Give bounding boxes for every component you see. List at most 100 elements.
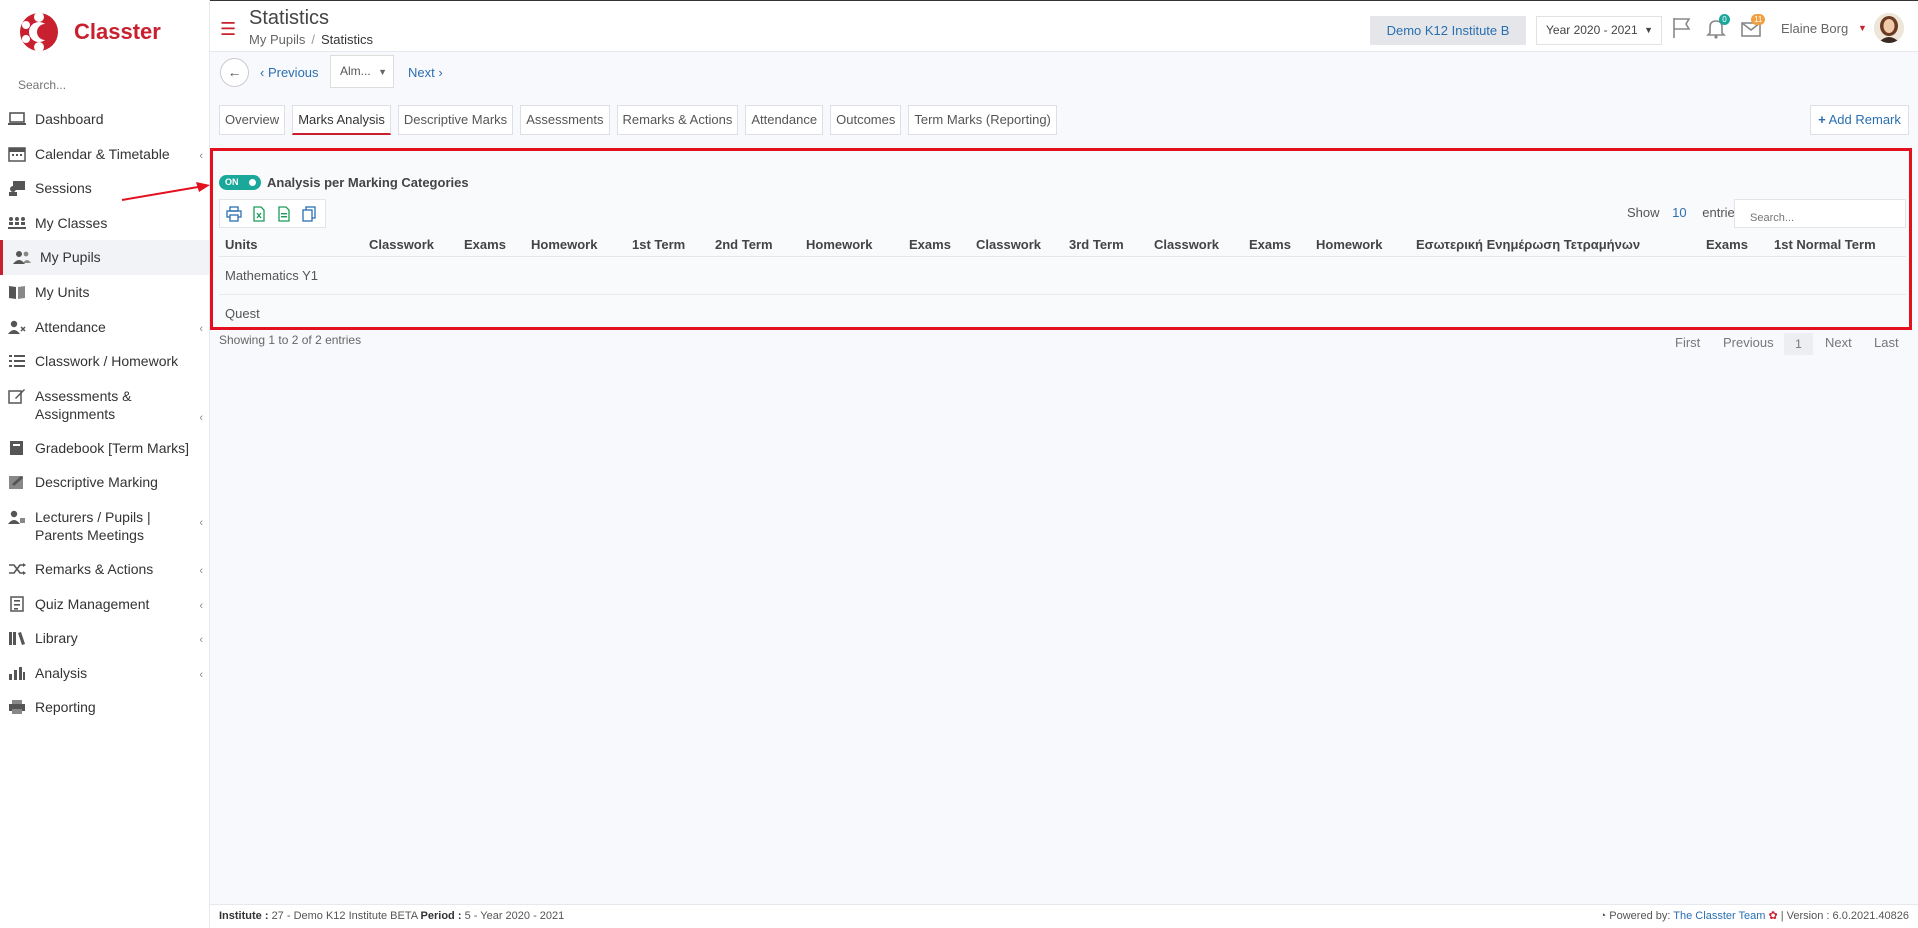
- shuffle-icon: [9, 562, 26, 575]
- table-search-input[interactable]: [1734, 199, 1906, 228]
- csv-export-icon[interactable]: [276, 205, 292, 222]
- pupil-select[interactable]: Alm... ▼: [330, 55, 394, 88]
- institute-button[interactable]: Demo K12 Institute B: [1370, 16, 1526, 45]
- column-header[interactable]: Units: [225, 237, 258, 252]
- pupil-select-value: Alm...: [340, 64, 371, 78]
- column-header[interactable]: Exams: [909, 237, 951, 252]
- sidebar-item-attendance[interactable]: Attendance ‹: [0, 310, 209, 345]
- caret-down-icon[interactable]: ▼: [1858, 23, 1867, 33]
- sidebar-item-assessments-assignments[interactable]: Assessments & Assignments ‹: [0, 379, 209, 431]
- breadcrumb-my-pupils[interactable]: My Pupils: [249, 32, 305, 47]
- brand-logo[interactable]: Classter: [0, 0, 209, 64]
- tab-assessments[interactable]: Assessments: [520, 105, 610, 135]
- sidebar-item-quiz-management[interactable]: Quiz Management ‹: [0, 587, 209, 622]
- sidebar-item-my-pupils[interactable]: My Pupils: [0, 240, 209, 275]
- entries-count-select[interactable]: 10: [1672, 205, 1686, 220]
- footer-info: Institute : 27 - Demo K12 Institute BETA…: [219, 905, 564, 927]
- classter-small-icon: ◔: [1599, 910, 1607, 922]
- column-header[interactable]: Homework: [531, 237, 597, 252]
- sidebar-item-dashboard[interactable]: Dashboard: [0, 102, 209, 137]
- column-header[interactable]: 1st Normal Term: [1774, 237, 1876, 252]
- marks-table: Units Classwork Exams Homework 1st Term …: [219, 231, 1906, 333]
- tab-descriptive-marks[interactable]: Descriptive Marks: [397, 105, 514, 135]
- column-header[interactable]: Exams: [1706, 237, 1748, 252]
- sidebar-item-classwork-homework[interactable]: Classwork / Homework: [0, 344, 209, 379]
- sidebar-item-label: Remarks & Actions: [35, 560, 154, 577]
- column-header[interactable]: 2nd Term: [715, 237, 773, 252]
- chart-icon: [9, 666, 25, 680]
- column-header[interactable]: Exams: [1249, 237, 1291, 252]
- tab-term-marks-reporting[interactable]: Term Marks (Reporting): [908, 105, 1057, 135]
- back-button[interactable]: ←: [220, 58, 249, 87]
- powered-by-label: Powered by:: [1609, 910, 1671, 922]
- column-header[interactable]: Homework: [806, 237, 872, 252]
- toggle-state: ON: [225, 177, 239, 187]
- breadcrumb-current: Statistics: [320, 32, 373, 47]
- add-remark-button[interactable]: + Add Remark: [1810, 105, 1909, 135]
- year-select[interactable]: Year 2020 - 2021 ▼: [1536, 16, 1662, 45]
- sidebar-item-descriptive-marking[interactable]: Descriptive Marking: [0, 465, 209, 500]
- sidebar-item-label: Sessions: [35, 180, 92, 197]
- chevron-left-icon: ‹: [199, 322, 203, 335]
- pagination-first[interactable]: First: [1675, 335, 1700, 350]
- sidebar-item-label: Gradebook [Term Marks]: [35, 439, 190, 456]
- previous-label: Previous: [267, 65, 319, 80]
- tab-outcomes[interactable]: Outcomes: [830, 105, 902, 135]
- attendance-icon: [8, 320, 26, 334]
- show-entries: Show 10 entries: [1627, 205, 1741, 220]
- column-header[interactable]: Exams: [464, 237, 506, 252]
- tab-remarks-actions[interactable]: Remarks & Actions: [616, 105, 739, 135]
- sidebar-item-my-classes[interactable]: My Classes: [0, 206, 209, 241]
- unit-cell: Quest: [225, 306, 260, 321]
- column-header[interactable]: Εσωτερική Ενημέρωση Τετραμήνων: [1416, 237, 1640, 252]
- pagination-next[interactable]: Next: [1825, 335, 1852, 350]
- print-icon[interactable]: [226, 205, 242, 222]
- sidebar-item-meetings[interactable]: Lecturers / Pupils | Parents Meetings ‹: [0, 500, 209, 552]
- avatar[interactable]: [1874, 13, 1904, 43]
- toggle-knob: [249, 179, 256, 186]
- tab-overview[interactable]: Overview: [219, 105, 286, 135]
- sidebar-item-gradebook[interactable]: Gradebook [Term Marks]: [0, 431, 209, 466]
- sidebar-item-calendar[interactable]: Calendar & Timetable ‹: [0, 137, 209, 172]
- column-header[interactable]: 1st Term: [632, 237, 685, 252]
- list-icon: [9, 355, 25, 368]
- gradebook-icon: [10, 440, 23, 455]
- sidebar-item-my-units[interactable]: My Units: [0, 275, 209, 310]
- column-header[interactable]: 3rd Term: [1069, 237, 1124, 252]
- table-row: Quest: [219, 295, 1906, 333]
- sidebar-item-remarks-actions[interactable]: Remarks & Actions ‹: [0, 552, 209, 587]
- excel-export-icon[interactable]: [251, 205, 267, 222]
- sidebar-item-library[interactable]: Library ‹: [0, 621, 209, 656]
- tab-attendance[interactable]: Attendance: [745, 105, 824, 135]
- column-header[interactable]: Classwork: [1154, 237, 1219, 252]
- column-header[interactable]: Homework: [1316, 237, 1382, 252]
- tab-marks-analysis[interactable]: Marks Analysis: [292, 105, 391, 135]
- edit-icon: [8, 388, 25, 404]
- sidebar-search-input[interactable]: [18, 78, 188, 92]
- table-row: Mathematics Y1: [219, 257, 1906, 295]
- user-name[interactable]: Elaine Borg: [1781, 21, 1848, 36]
- sidebar-item-reporting[interactable]: Reporting: [0, 690, 209, 725]
- sidebar-item-label: Attendance: [35, 318, 106, 335]
- add-remark-label: Add Remark: [1828, 112, 1901, 127]
- sidebar-item-label: Quiz Management: [35, 595, 150, 612]
- copy-icon[interactable]: [301, 205, 317, 222]
- pagination-last[interactable]: Last: [1874, 335, 1899, 350]
- classes-icon: [8, 216, 26, 229]
- column-header[interactable]: Classwork: [976, 237, 1041, 252]
- pagination-current-page[interactable]: 1: [1784, 333, 1813, 355]
- breadcrumb-separator: /: [311, 32, 315, 47]
- footer-period-label: Period :: [420, 910, 462, 922]
- analysis-toggle[interactable]: ON: [219, 175, 261, 190]
- show-label: Show: [1627, 205, 1660, 220]
- previous-pupil-link[interactable]: ‹ Previous: [260, 65, 319, 80]
- chevron-left-icon: ‹: [199, 411, 203, 424]
- hamburger-menu-icon[interactable]: ☰: [220, 19, 236, 40]
- column-header[interactable]: Classwork: [369, 237, 434, 252]
- flag-icon[interactable]: [1671, 17, 1693, 39]
- pagination-previous[interactable]: Previous: [1723, 335, 1774, 350]
- sidebar-item-analysis[interactable]: Analysis ‹: [0, 656, 209, 691]
- plus-icon: +: [1818, 112, 1826, 127]
- next-pupil-link[interactable]: Next ›: [408, 65, 443, 80]
- classter-team-link[interactable]: The Classter Team: [1673, 910, 1765, 922]
